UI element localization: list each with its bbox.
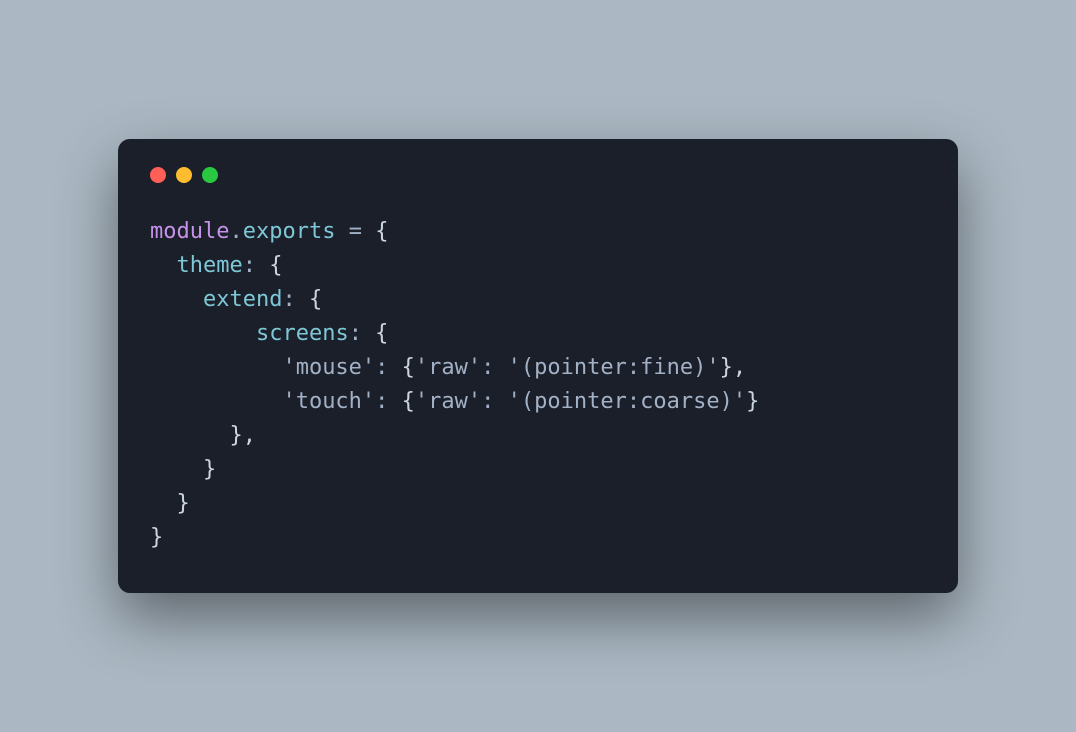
code-token: module (150, 219, 229, 244)
code-token: { (362, 321, 389, 346)
code-token: = (349, 219, 362, 244)
maximize-icon[interactable] (202, 167, 218, 183)
code-token: }, (720, 355, 747, 380)
code-token: } (150, 457, 216, 482)
code-token: } (150, 491, 190, 516)
code-token: 'raw' (415, 389, 481, 414)
code-token: '(pointer:coarse)' (508, 389, 746, 414)
code-token (150, 321, 256, 346)
code-token: } (746, 389, 759, 414)
code-token (494, 389, 507, 414)
code-token: theme (177, 253, 243, 278)
code-token (150, 355, 282, 380)
minimize-icon[interactable] (176, 167, 192, 183)
code-token: : (243, 253, 256, 278)
code-token (335, 219, 348, 244)
code-token: 'raw' (415, 355, 481, 380)
code-token: }, (150, 423, 256, 448)
code-token: extend (203, 287, 282, 312)
code-token: : (481, 355, 494, 380)
code-token: exports (243, 219, 336, 244)
code-token: { (296, 287, 323, 312)
code-token (150, 389, 282, 414)
code-window: module.exports = { theme: { extend: { sc… (118, 139, 958, 594)
code-token: { (388, 355, 415, 380)
code-token: { (256, 253, 283, 278)
code-token: { (388, 389, 415, 414)
code-token: 'touch' (282, 389, 375, 414)
code-token: { (362, 219, 389, 244)
code-block: module.exports = { theme: { extend: { sc… (150, 215, 926, 556)
code-token: } (150, 525, 163, 550)
code-token (150, 253, 177, 278)
code-token: . (229, 219, 242, 244)
code-token: : (375, 355, 388, 380)
code-token (150, 287, 203, 312)
code-token (494, 355, 507, 380)
code-token: 'mouse' (282, 355, 375, 380)
window-titlebar (150, 167, 926, 183)
code-token: '(pointer:fine)' (508, 355, 720, 380)
code-token: : (282, 287, 295, 312)
code-token: screens (256, 321, 349, 346)
code-token: : (349, 321, 362, 346)
close-icon[interactable] (150, 167, 166, 183)
code-token: : (375, 389, 388, 414)
code-token: : (481, 389, 494, 414)
